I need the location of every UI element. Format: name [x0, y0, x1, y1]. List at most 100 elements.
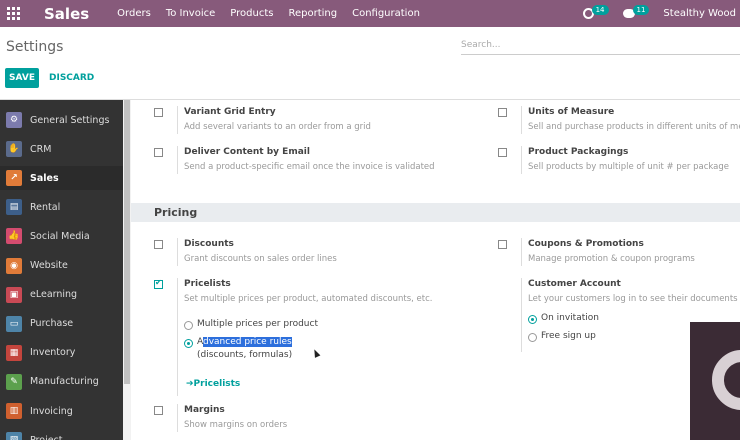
discard-button[interactable]: DISCARD	[49, 68, 94, 88]
search-input[interactable]: Search...	[461, 38, 740, 55]
sidebar-item-rental[interactable]: ▤ Rental	[0, 195, 123, 219]
pricelist-advanced-radio[interactable]	[184, 339, 193, 348]
discounts-desc: Grant discounts on sales order lines	[184, 254, 337, 264]
product-packagings-checkbox[interactable]	[498, 148, 507, 157]
sidebar-item-elearning[interactable]: ▣ eLearning	[0, 283, 123, 307]
activity-button[interactable]: 14	[582, 4, 609, 19]
menu-configuration[interactable]: Configuration	[352, 8, 420, 19]
sidebar-item-inventory[interactable]: ▦ Inventory	[0, 341, 123, 365]
divider	[177, 146, 178, 174]
pricelist-advanced-sublabel: (discounts, formulas)	[197, 350, 293, 360]
sidebar-item-purchase[interactable]: ▭ Purchase	[0, 312, 123, 336]
menu-products[interactable]: Products	[230, 8, 273, 19]
video-overlay	[690, 322, 740, 440]
product-packagings-title: Product Packagings	[528, 147, 629, 157]
purchase-icon: ▭	[6, 315, 22, 332]
divider	[521, 278, 522, 352]
rental-icon: ▤	[6, 199, 22, 216]
pricelists-desc: Set multiple prices per product, automat…	[184, 294, 433, 304]
coupons-checkbox[interactable]	[498, 240, 507, 249]
divider	[177, 238, 178, 266]
breadcrumb: Settings	[6, 39, 64, 55]
pricelist-advanced-label[interactable]: Advanced price rules	[197, 337, 292, 347]
settings-sidebar: ⚙ General Settings ✋ CRM ↗ Sales ▤ Rental 👍 Socia…	[0, 100, 123, 440]
free-signup-radio[interactable]	[528, 333, 537, 342]
sidebar-item-project[interactable]: ▧ Project	[0, 428, 123, 440]
elearning-icon: ▣	[6, 286, 22, 303]
divider	[521, 106, 522, 134]
units-of-measure-title: Units of Measure	[528, 107, 615, 117]
pricing-section-title: Pricing	[131, 203, 740, 222]
sidebar-item-manufacturing[interactable]: ✎ Manufacturing	[0, 370, 123, 394]
menu-orders[interactable]: Orders	[117, 8, 151, 19]
coupons-desc: Manage promotion & coupon programs	[528, 254, 695, 264]
user-menu[interactable]: Stealthy Wood	[663, 8, 736, 19]
sidebar-item-label: General Settings	[30, 114, 110, 126]
save-button[interactable]: SAVE	[5, 68, 39, 88]
handshake-icon: ✋	[6, 141, 22, 158]
divider	[177, 404, 178, 432]
units-of-measure-checkbox[interactable]	[498, 108, 507, 117]
sidebar-item-general-settings[interactable]: ⚙ General Settings	[0, 108, 123, 132]
on-invitation-radio[interactable]	[528, 315, 537, 324]
margins-checkbox[interactable]	[154, 406, 163, 415]
scrollbar-thumb[interactable]	[124, 100, 130, 384]
sidebar-item-crm[interactable]: ✋ CRM	[0, 137, 123, 161]
variant-grid-title: Variant Grid Entry	[184, 107, 276, 117]
pricelists-checkbox[interactable]	[154, 278, 163, 289]
divider	[177, 278, 178, 396]
sidebar-item-label: Social Media	[30, 230, 90, 242]
free-signup-label[interactable]: Free sign up	[541, 331, 596, 341]
pricelist-multiple-label[interactable]: Multiple prices per product	[197, 319, 318, 329]
coupons-title: Coupons & Promotions	[528, 239, 644, 249]
app-name[interactable]: Sales	[44, 5, 89, 23]
project-icon: ▧	[6, 432, 22, 440]
menu-to-invoice[interactable]: To Invoice	[166, 8, 215, 19]
box-icon: ▦	[6, 344, 22, 361]
deliver-content-desc: Send a product-specific email once the i…	[184, 162, 435, 172]
pricelists-title: Pricelists	[184, 279, 231, 289]
main-menu: Orders To Invoice Products Reporting Con…	[117, 8, 435, 19]
wrench-icon: ✎	[6, 373, 22, 390]
top-navbar: Sales Orders To Invoice Products Reporti…	[0, 0, 740, 27]
sidebar-item-website[interactable]: ◉ Website	[0, 254, 123, 278]
sidebar-item-invoicing[interactable]: ▥ Invoicing	[0, 399, 123, 423]
pricelists-link[interactable]: ➔Pricelists	[186, 379, 240, 389]
menu-reporting[interactable]: Reporting	[288, 8, 337, 19]
deliver-content-title: Deliver Content by Email	[184, 147, 310, 157]
invoice-icon: ▥	[6, 403, 22, 419]
deliver-content-checkbox[interactable]	[154, 148, 163, 157]
variant-grid-checkbox[interactable]	[154, 108, 163, 117]
on-invitation-label[interactable]: On invitation	[541, 313, 599, 323]
sidebar-item-label: Manufacturing	[30, 376, 99, 388]
selected-text: dvanced price rules	[203, 337, 292, 347]
sidebar-item-sales[interactable]: ↗ Sales	[0, 166, 123, 191]
divider	[521, 238, 522, 266]
sidebar-item-label: Website	[30, 260, 68, 271]
sidebar-item-label: Purchase	[30, 318, 74, 330]
discounts-title: Discounts	[184, 239, 234, 249]
sidebar-item-label: Invoicing	[30, 405, 73, 417]
sidebar-item-label: Sales	[30, 172, 59, 184]
divider	[521, 146, 522, 174]
chart-icon: ↗	[6, 170, 22, 187]
customer-account-title: Customer Account	[528, 279, 621, 289]
sidebar-item-label: Inventory	[30, 347, 76, 359]
units-of-measure-desc: Sell and purchase products in different …	[528, 122, 740, 132]
divider	[177, 106, 178, 134]
gear-icon: ⚙	[6, 112, 22, 128]
sidebar-item-label: Project	[30, 435, 63, 440]
discounts-checkbox[interactable]	[154, 240, 163, 249]
globe-icon: ◉	[6, 257, 22, 274]
apps-menu-icon[interactable]	[7, 6, 21, 21]
messaging-button[interactable]: 11	[622, 4, 650, 18]
arrow-right-icon: ➔	[186, 379, 194, 389]
message-badge: 11	[632, 4, 650, 15]
sidebar-item-label: eLearning	[30, 289, 78, 301]
pricelist-multiple-radio[interactable]	[184, 321, 193, 330]
activity-badge: 14	[591, 4, 609, 15]
product-packagings-desc: Sell products by multiple of unit # per …	[528, 162, 730, 172]
variant-grid-desc: Add several variants to an order from a …	[184, 122, 371, 132]
sidebar-item-social-media[interactable]: 👍 Social Media	[0, 224, 123, 248]
thumbs-up-icon: 👍	[6, 228, 22, 245]
